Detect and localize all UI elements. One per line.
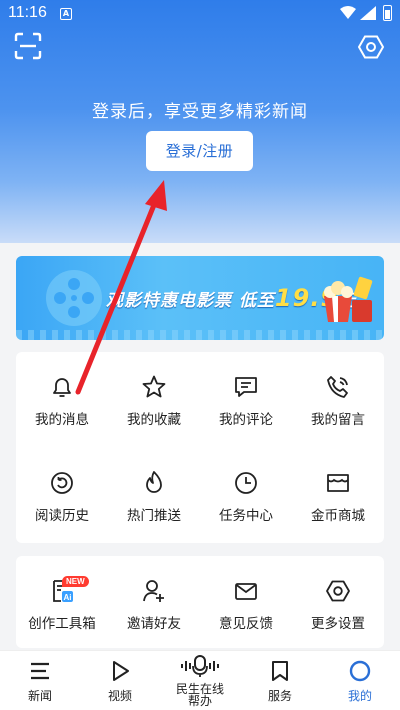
mail-icon (235, 583, 257, 600)
tab-label: 民生在线帮办 (175, 682, 224, 708)
menu-item-label: 我的收藏 (127, 412, 181, 428)
menu-item-label: 我的消息 (35, 412, 89, 428)
tool-item-label: 邀请好友 (127, 616, 181, 632)
svg-text:Ai: Ai (64, 593, 72, 602)
banner-stripe (16, 330, 384, 340)
tool-item-label: 意见反馈 (219, 616, 273, 632)
movie-ticket-banner[interactable]: 观影特惠电影票 低至19.9元 (16, 256, 384, 340)
star-icon (142, 375, 166, 398)
login-register-button[interactable]: 登录/注册 (146, 131, 253, 171)
menu-item-label: 阅读历史 (35, 508, 89, 524)
tool-item-creation-toolbox[interactable]: Ai NEW 创作工具箱 (16, 556, 108, 648)
tool-item-more-settings[interactable]: 更多设置 (292, 556, 384, 648)
microphone-icon (181, 655, 219, 677)
notification-icon: A (60, 8, 72, 20)
store-icon (327, 474, 349, 492)
menu-grid: 我的消息 我的收藏 我的评论 我的留言 阅读历史 热门推送 任务中心 金币商城 (16, 352, 384, 544)
profile-header: 11:16 A 登录后，享受更多精彩新闻 登录/注册 (0, 0, 400, 243)
settings-hex-icon[interactable] (358, 34, 384, 60)
tab-livelihood-help[interactable]: 民生在线帮办 (160, 651, 240, 710)
menu-item-label: 金币商城 (311, 508, 365, 524)
status-time: 11:16 (8, 4, 47, 21)
tool-item-label: 更多设置 (311, 616, 365, 632)
tab-video[interactable]: 视频 (80, 651, 160, 710)
battery-icon (383, 5, 392, 21)
tools-grid: Ai NEW 创作工具箱 邀请好友 意见反馈 更多设置 (16, 556, 384, 648)
menu-item-notes[interactable]: 我的留言 (292, 352, 384, 448)
menu-icon (31, 662, 49, 680)
login-promo-text: 登录后，享受更多精彩新闻 (92, 102, 308, 122)
tool-item-feedback[interactable]: 意见反馈 (200, 556, 292, 648)
add-user-icon (143, 580, 164, 602)
status-bar: 11:16 A (0, 0, 400, 28)
new-badge: NEW (62, 576, 89, 587)
phone-message-icon (327, 376, 348, 398)
menu-item-history[interactable]: 阅读历史 (16, 448, 108, 544)
banner-main-text: 观影特惠电影票 低至 (106, 291, 275, 311)
comment-icon (235, 377, 257, 397)
fire-icon (146, 471, 162, 493)
bookmark-icon (272, 661, 288, 681)
tab-news[interactable]: 新闻 (0, 651, 80, 710)
bottom-tab-bar: 新闻 视频 民生在线帮办 服务 我的 (0, 650, 400, 710)
tab-label: 视频 (107, 689, 132, 703)
menu-item-tasks[interactable]: 任务中心 (200, 448, 292, 544)
bell-icon (53, 378, 71, 397)
popcorn-icon (324, 276, 373, 322)
tools-card: Ai NEW 创作工具箱 邀请好友 意见反馈 更多设置 (16, 556, 384, 648)
menu-item-label: 任务中心 (219, 508, 273, 524)
menu-item-hot-push[interactable]: 热门推送 (108, 448, 200, 544)
settings-icon (326, 580, 350, 602)
tab-service[interactable]: 服务 (240, 651, 320, 710)
menu-item-label: 热门推送 (127, 508, 181, 524)
scan-icon[interactable] (14, 32, 42, 60)
menu-item-label: 我的留言 (311, 412, 365, 428)
wifi-icon (340, 6, 356, 19)
tab-label: 我的 (347, 689, 372, 703)
signal-icon (360, 6, 376, 20)
menu-item-label: 我的评论 (219, 412, 273, 428)
menu-card: 我的消息 我的收藏 我的评论 我的留言 阅读历史 热门推送 任务中心 金币商城 (16, 352, 384, 543)
tool-item-invite-friends[interactable]: 邀请好友 (108, 556, 200, 648)
history-icon (51, 472, 73, 494)
menu-item-coin-store[interactable]: 金币商城 (292, 448, 384, 544)
tab-label: 服务 (267, 689, 292, 703)
menu-item-messages[interactable]: 我的消息 (16, 352, 108, 448)
clock-icon (235, 472, 257, 494)
play-icon (113, 661, 129, 681)
tool-item-label: 创作工具箱 (28, 616, 96, 632)
menu-item-favorites[interactable]: 我的收藏 (108, 352, 200, 448)
film-reel-icon (46, 270, 102, 326)
tab-mine[interactable]: 我的 (320, 651, 400, 710)
profile-circle-icon (349, 660, 371, 682)
menu-item-comments[interactable]: 我的评论 (200, 352, 292, 448)
tab-label: 新闻 (27, 689, 52, 703)
